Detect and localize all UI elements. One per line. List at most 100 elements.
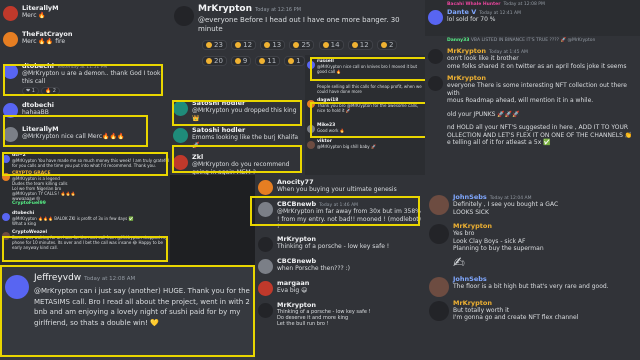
username[interactable]: CBCBnewb — [277, 257, 425, 265]
message-text: Planning to buy the superman — [453, 245, 544, 252]
username[interactable]: margaan — [277, 279, 425, 287]
avatar[interactable] — [428, 10, 443, 25]
username[interactable]: LiterallyM — [22, 4, 170, 12]
message-text: Definitely , I see you bought a GAC — [453, 201, 559, 208]
message: MrKrypton Thinking of a porsche - low ke… — [255, 235, 425, 253]
message-text: nd HOLD all your NFT'S suggested in here… — [447, 124, 629, 131]
message-text: Yes bro — [453, 230, 475, 237]
message-text: People selling all this calls for cheap … — [317, 84, 422, 94]
message-text: LOOKS SICK — [453, 208, 489, 216]
reaction[interactable]: 2 — [376, 39, 398, 50]
avatar[interactable] — [173, 128, 188, 143]
message-text: @everyone Before I head out I have one m… — [198, 16, 400, 33]
username[interactable]: JohnSebs — [453, 275, 640, 283]
message: TheFatCrayon Merc 🔥🔥 fire — [0, 30, 170, 48]
username[interactable]: CryptoFuel99 — [12, 201, 170, 206]
message-text: But totally worth it — [453, 306, 510, 314]
message-text: ome folks shared it on twitter as an apr… — [447, 62, 627, 70]
highlight-box — [3, 115, 148, 147]
reaction[interactable]: 12 — [231, 39, 257, 50]
message: Anocity77 When you buying your ultimate … — [255, 178, 425, 196]
message-text: Merc 🔥🔥 fire — [22, 38, 66, 45]
message: LiterallyM Merc 🔥 — [0, 4, 170, 22]
username[interactable]: Dante V — [447, 8, 476, 16]
username[interactable]: dtobechi — [22, 101, 170, 109]
highlight-box — [2, 236, 168, 262]
reaction[interactable]: 14 — [318, 39, 344, 50]
avatar[interactable] — [429, 195, 449, 215]
avatar[interactable] — [258, 280, 273, 296]
highlight-box — [2, 152, 168, 176]
message-text: lol sold for 70 % — [447, 16, 496, 23]
message-text: The floor is a bit high but that's very … — [453, 282, 609, 290]
username[interactable]: Satoshi hodler — [192, 126, 305, 134]
timestamp: Today at 12:08 PM — [503, 2, 545, 7]
message: MrKrypton But totally worth it I'm gonna… — [425, 299, 640, 322]
top-strip: Bacahi Whale Hunter Today at 12:08 PM Dan… — [425, 0, 640, 36]
username[interactable]: MrKrypton — [447, 47, 486, 55]
username[interactable]: Anocity77 — [277, 178, 425, 186]
timestamp: Today at 12:16 PM — [255, 7, 302, 13]
message: dtobechi @MrKrypton 🔥🔥🔥 BALOK ZKI is pro… — [0, 211, 170, 226]
username[interactable]: MrKrypton — [277, 235, 425, 243]
avatar[interactable] — [429, 300, 449, 321]
username[interactable]: Bacahi Whale Hunter — [447, 2, 500, 7]
message-text: Thinking of a porsche - low key safe ! — [277, 242, 390, 250]
avatar[interactable] — [3, 6, 18, 21]
avatar[interactable] — [307, 141, 315, 149]
message-text: @MrKrypton big shill baby 🚀 — [317, 144, 376, 149]
highlight-box — [172, 145, 302, 173]
avatar[interactable] — [428, 49, 443, 64]
username[interactable]: MrKrypton — [277, 301, 425, 309]
reaction[interactable]: 25 — [289, 39, 315, 50]
username[interactable]: MrKrypton — [198, 4, 252, 14]
reaction[interactable]: 20 — [202, 55, 227, 66]
avatar[interactable] — [429, 276, 449, 297]
message-text: old your JPUNKS 🚀🚀🚀 — [447, 110, 520, 118]
highlight-box — [0, 265, 255, 357]
avatar[interactable] — [3, 32, 18, 47]
reaction[interactable]: 9 — [230, 55, 252, 66]
avatar[interactable] — [2, 213, 10, 221]
right-bottom-chat-panel: JohnSebs Today at 12:04 AM Definitely , I… — [425, 185, 640, 360]
reaction[interactable]: 23 — [202, 39, 227, 50]
message: CBCBnewb when Porsche then??? :) — [255, 257, 425, 275]
message: viktor @MrKrypton big shill baby 🚀 — [305, 139, 425, 151]
message: Dante V Today at 12:41 AM lol sold for 70… — [425, 8, 640, 26]
message-text: Look Clay Boys - sick AF — [453, 237, 526, 245]
message-text: when Porsche then??? :) — [277, 264, 350, 272]
reaction[interactable]: 11 — [255, 55, 281, 66]
avatar[interactable] — [428, 76, 443, 91]
reaction[interactable]: 12 — [347, 39, 373, 50]
message-text: mous Roadmap ahead, will mention it in a… — [447, 97, 594, 104]
message: margaan Eva big 😃 — [255, 279, 425, 297]
highlight-box — [3, 64, 163, 96]
message: JohnSebs Today at 12:04 AM Definitely , I… — [425, 193, 640, 216]
avatar[interactable] — [258, 236, 273, 252]
message: JohnSebs The floor is a bit high but tha… — [425, 275, 640, 297]
message-text: OLLECTION AND LET'S FLEX IT ON ONE OF TH… — [447, 131, 633, 139]
avatar[interactable] — [258, 302, 273, 318]
avatar[interactable] — [258, 180, 273, 195]
highlight-box — [172, 100, 302, 126]
reaction[interactable]: 1 — [284, 55, 305, 66]
username[interactable]: JohnSebs — [453, 193, 487, 201]
reaction[interactable]: 13 — [260, 39, 286, 50]
message-text: Eva big 😃 — [277, 286, 308, 294]
avatar[interactable] — [429, 224, 449, 244]
message: MrKrypton Thinking of a porsche - low ke… — [255, 301, 425, 328]
username[interactable]: MrKrypton — [447, 74, 640, 82]
username[interactable]: MrKrypton — [453, 299, 640, 307]
message-text: Merc 🔥 — [22, 12, 46, 19]
message: CRYPTO GRACE @MrKrypton is a legend Dude… — [0, 171, 170, 206]
username[interactable]: TheFatCrayon — [22, 30, 170, 38]
highlight-box — [310, 102, 435, 138]
username[interactable]: MrKrypton — [453, 222, 640, 230]
writing-hand-icon: ✍ — [453, 254, 465, 271]
avatar[interactable] — [258, 258, 273, 274]
message-text: Let the bull run bro ! — [277, 321, 329, 327]
username[interactable]: Danny33 — [447, 38, 469, 43]
avatar[interactable] — [174, 6, 194, 26]
message-text: I'm gonna go and create NFT flex channel — [453, 314, 579, 321]
message-text: oon't look like it brother — [447, 55, 519, 62]
